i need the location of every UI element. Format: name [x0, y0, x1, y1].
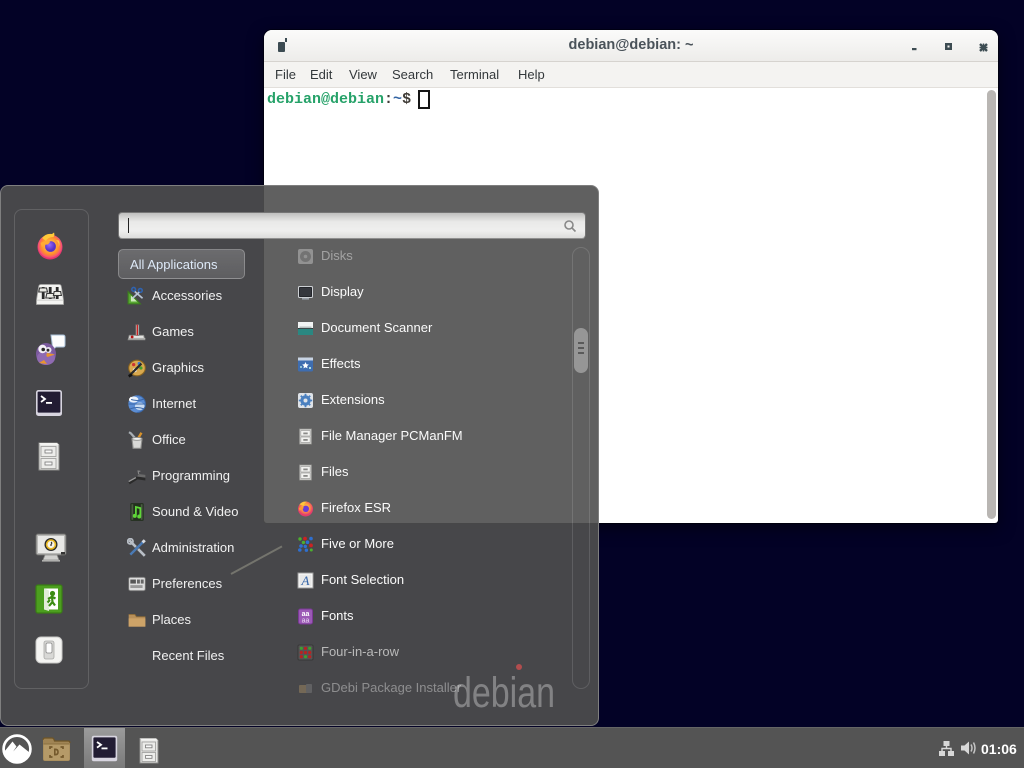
svg-text:A: A	[301, 573, 310, 588]
svg-text:aa: aa	[302, 618, 310, 625]
